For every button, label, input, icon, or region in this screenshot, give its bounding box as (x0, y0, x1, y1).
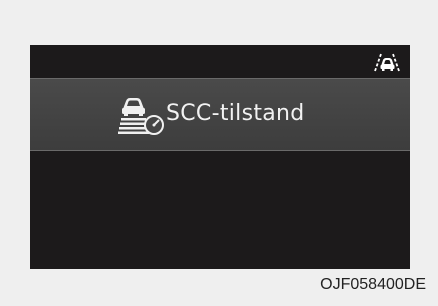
smart-cruise-control-icon (118, 93, 166, 137)
lane-vehicle-icon (372, 51, 402, 73)
cluster-display: SCC-tilstand (30, 45, 410, 269)
status-bar (30, 45, 410, 78)
menu-item-scc-mode[interactable]: SCC-tilstand (30, 78, 410, 151)
menu-item-label: SCC-tilstand (166, 101, 305, 126)
figure-code: OJF058400DE (320, 276, 426, 293)
